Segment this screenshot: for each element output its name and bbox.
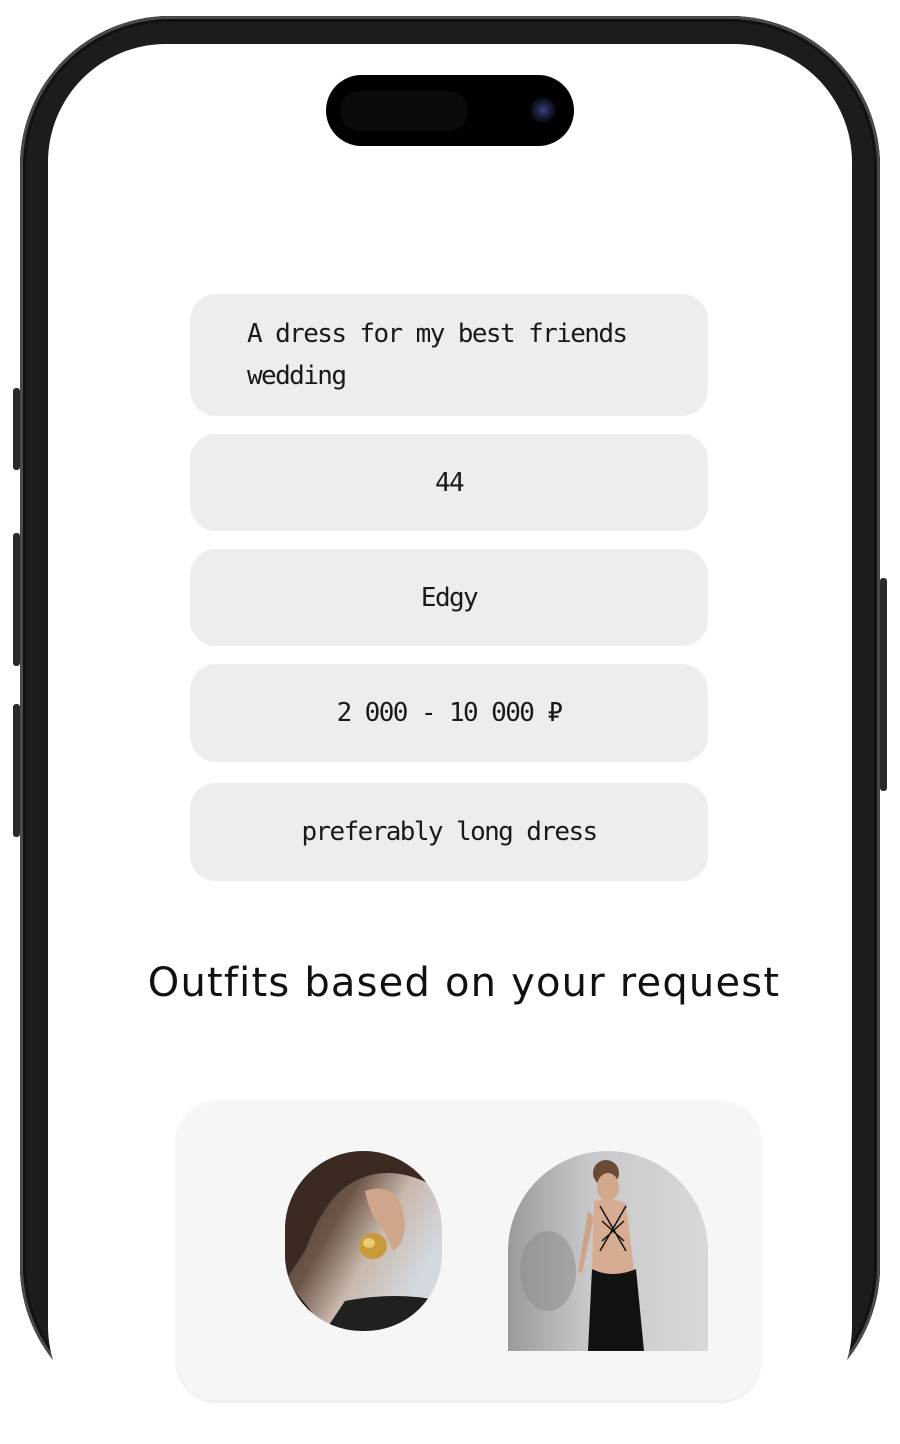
answer-style[interactable]: Edgy xyxy=(190,549,708,646)
earring-product-image[interactable] xyxy=(285,1151,442,1331)
action-button xyxy=(13,388,20,470)
answer-budget[interactable]: 2 000 - 10 000 ₽ xyxy=(190,664,708,762)
answer-budget-text: 2 000 - 10 000 ₽ xyxy=(336,698,563,728)
answer-style-text: Edgy xyxy=(420,582,479,613)
dynamic-island xyxy=(326,75,574,146)
front-camera-icon xyxy=(530,97,556,123)
answer-notes-text: preferably long dress xyxy=(301,817,598,847)
answer-size[interactable]: 44 xyxy=(190,434,708,531)
volume-down-button xyxy=(13,704,20,837)
dress-photo-icon xyxy=(520,1160,644,1351)
power-button xyxy=(880,578,887,791)
dress-product-image[interactable] xyxy=(508,1151,708,1351)
answer-size-text: 44 xyxy=(434,467,465,498)
volume-up-button xyxy=(13,533,20,666)
answer-notes[interactable]: preferably long dress xyxy=(190,783,708,881)
answer-occasion-text: A dress for my best friends wedding xyxy=(247,319,628,391)
island-sensor xyxy=(340,91,468,131)
results-heading: Outfits based on your request xyxy=(147,960,781,1006)
answer-occasion[interactable]: A dress for my best friends wedding xyxy=(190,294,708,416)
earring-photo-icon xyxy=(285,1151,442,1331)
